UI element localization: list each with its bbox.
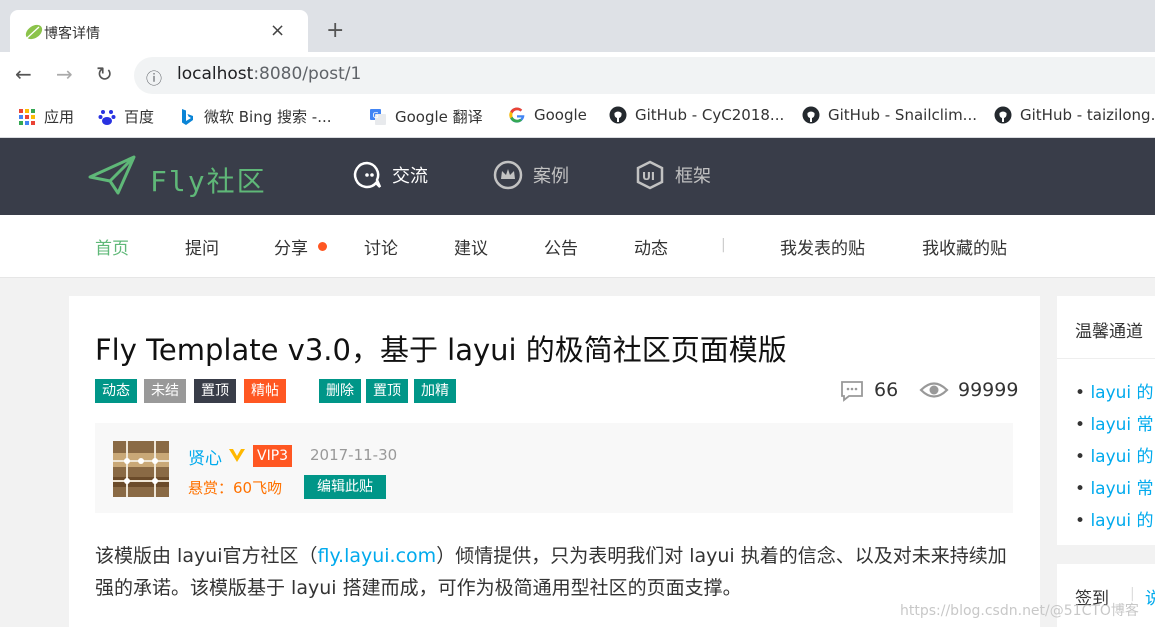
badge-dynamic: 动态 [95,379,137,403]
site-logo-text[interactable]: Fly社区 [150,160,267,200]
avatar[interactable] [113,441,169,497]
nav-exchange[interactable]: 交流 [352,160,428,190]
subnav-suggestions[interactable]: 建议 [454,234,488,259]
sidebar-link[interactable]: • layui 的 [1075,441,1155,473]
bookmark-apps[interactable]: 应用 [18,106,74,127]
site-info-icon[interactable]: ⓘ [146,65,162,89]
author-name[interactable]: 贤心 [188,444,222,469]
bookmark-label: Google 翻译 [395,108,483,126]
nav-label: 交流 [392,166,428,187]
chat-bubble-icon [353,161,382,189]
github-icon [609,106,627,124]
github-icon [802,106,820,124]
subnav-share[interactable]: 分享 [274,234,308,259]
hot-dot-icon [318,242,327,251]
tab-title: 博客详情 [44,26,100,42]
sidebar-link-text: layui 的 [1090,511,1154,531]
svg-text:UI: UI [642,170,655,183]
ui-shield-icon: UI [636,160,664,190]
github-icon [994,106,1012,124]
back-button[interactable]: ← [15,62,32,86]
bookmark-label: GitHub - Snailclim... [828,106,977,124]
subnav-updates[interactable]: 动态 [634,234,668,259]
bookmark-label: Google [534,106,587,124]
badge-unresolved: 未结 [144,379,186,403]
signin-more[interactable]: 说 [1145,584,1155,609]
nav-label: 案例 [533,166,569,187]
comment-icon [841,381,863,402]
badge-pinned: 置顶 [194,379,236,403]
watermark: https://blog.csdn.net/@51CTO博客 [900,603,1139,619]
subnav-my-favorites[interactable]: 我收藏的贴 [922,234,1007,259]
url-text[interactable]: localhost:8080/post/1 [177,64,361,84]
bookmark-label: GitHub - taizilong... [1020,106,1155,124]
sidebar-links: • layui 的 • layui 常 • layui 的 • layui 常 … [1075,377,1155,537]
badge-featured: 精帖 [244,379,286,403]
sidebar-link-text: layui 的 [1090,383,1154,403]
nav-framework[interactable]: UI 框架 [635,160,711,190]
comment-count: 66 [874,379,899,401]
sidebar-divider [1057,358,1155,359]
nav-label: 框架 [675,166,711,187]
google-translate-icon: G [370,108,386,125]
bookmark-github-taizilong[interactable]: GitHub - taizilong... [994,106,1155,124]
tab-close-button[interactable]: × [270,20,285,41]
bookmark-label: GitHub - CyC2018... [635,106,785,124]
sidebar-link[interactable]: • layui 常 [1075,409,1155,441]
reward-text: 悬赏：60飞吻 [188,479,283,497]
svg-text:G: G [373,111,379,120]
subnav-separator: | [721,237,726,253]
baidu-paw-icon [98,109,116,125]
leaf-favicon-icon [25,24,43,40]
sidebar-link-text: layui 常 [1090,479,1154,499]
bookmark-label: 百度 [124,108,155,126]
feature-button[interactable]: 加精 [414,379,456,403]
vip-badge: VIP3 [253,445,293,467]
sidebar-link[interactable]: • layui 的 [1075,377,1155,409]
bookmark-google[interactable]: Google [508,106,587,124]
bing-icon [182,108,193,125]
post-date: 2017-11-30 [310,446,398,464]
crown-icon [493,160,523,190]
subnav-discussion[interactable]: 讨论 [364,234,398,259]
edit-post-button[interactable]: 编辑此贴 [304,475,386,499]
paper-plane-logo-icon[interactable] [88,153,138,197]
url-path: :8080/post/1 [253,64,362,84]
bookmark-label: 应用 [44,108,75,126]
bookmark-label: 微软 Bing 搜索 -... [204,108,332,126]
apps-grid-icon [19,108,35,125]
eye-icon [919,382,949,398]
bookmark-baidu[interactable]: 百度 [98,106,154,127]
forward-button[interactable]: → [56,62,73,86]
sidebar-link[interactable]: • layui 的 [1075,505,1155,537]
post-title: Fly Template v3.0，基于 layui 的极简社区页面模版 [95,333,787,367]
verified-check-icon [229,449,245,462]
fly-layui-link[interactable]: fly.layui.com [318,545,437,567]
new-tab-button[interactable]: + [326,20,344,42]
bookmark-github-snailclimb[interactable]: GitHub - Snailclim... [802,106,977,124]
body-text-1: 该模版由 layui官方社区（ [95,545,318,567]
nav-cases[interactable]: 案例 [493,160,569,190]
sidebar-link-text: layui 常 [1090,415,1154,435]
post-body: 该模版由 layui官方社区（fly.layui.com）倾情提供，只为表明我们… [95,540,1020,604]
subnav-home[interactable]: 首页 [95,234,129,259]
bookmark-bing[interactable]: 微软 Bing 搜索 -... [178,106,332,127]
url-host: localhost [177,64,254,84]
bookmark-google-translate[interactable]: G Google 翻译 [369,106,483,127]
sidebar-link-text: layui 的 [1090,447,1154,467]
sidebar-title: 温馨通道 [1075,322,1143,342]
view-count: 99999 [958,379,1019,401]
pin-button[interactable]: 置顶 [366,379,408,403]
google-icon [509,107,525,123]
sidebar-link[interactable]: • layui 常 [1075,473,1155,505]
subnav-my-posts[interactable]: 我发表的贴 [780,234,865,259]
reload-button[interactable]: ↻ [96,62,113,86]
bookmark-github-cyc[interactable]: GitHub - CyC2018... [609,106,784,124]
subnav-announcements[interactable]: 公告 [544,234,578,259]
author-box [95,423,1013,513]
delete-button[interactable]: 删除 [319,379,361,403]
subnav-questions[interactable]: 提问 [185,234,219,259]
